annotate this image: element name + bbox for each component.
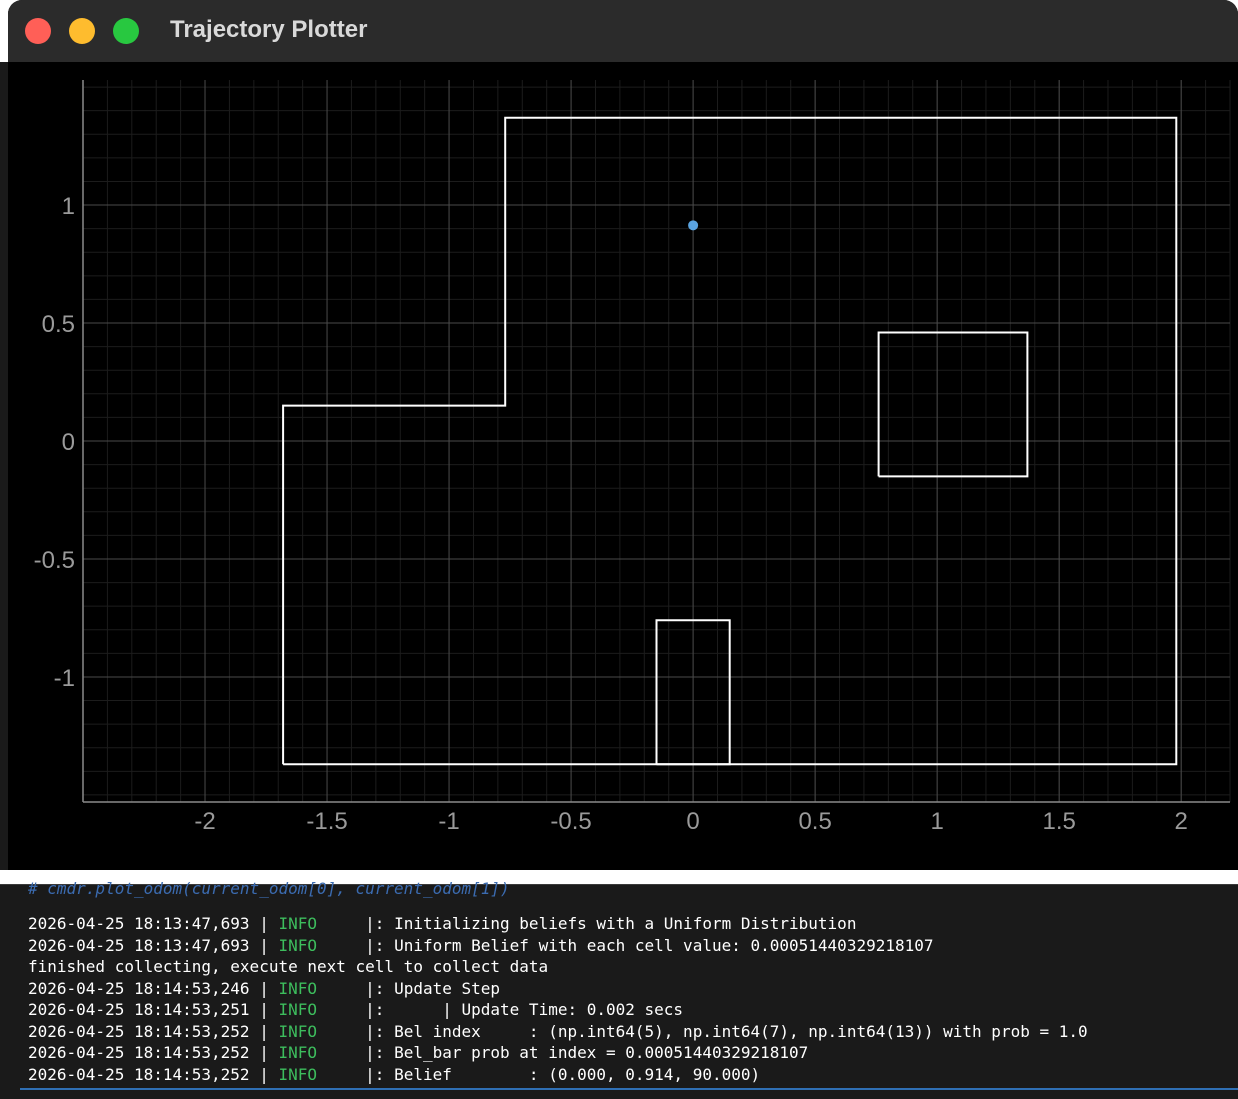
log-message: |: Initializing beliefs with a Uniform D… — [365, 914, 857, 933]
y-tick-label: 0.5 — [42, 311, 75, 338]
log-level: INFO — [278, 914, 317, 933]
log-line: 2026-04-25 18:14:53,252 | INFO |: Bel in… — [28, 1021, 1088, 1041]
log-level: INFO — [278, 935, 317, 955]
window-titlebar: Trajectory Plotter — [8, 0, 1238, 62]
log-plain-text: finished collecting, execute next cell t… — [28, 957, 549, 976]
robot-position-point — [688, 220, 699, 231]
x-tick-label: -1 — [438, 808, 459, 835]
close-window-button[interactable] — [25, 18, 51, 44]
code-comment: # cmdr.plot_odom(current_odom[0], curren… — [28, 879, 510, 898]
log-line: 2026-04-25 18:14:53,251 | INFO |: | Upda… — [28, 1000, 684, 1019]
log-timestamp: 2026-04-25 18:13:47,693 — [28, 935, 250, 955]
x-tick-label: 0.5 — [798, 808, 831, 835]
log-message: |: Update Step — [365, 978, 501, 998]
y-tick-label: 0 — [62, 429, 75, 456]
log-level: INFO — [278, 1000, 317, 1019]
log-timestamp: 2026-04-25 18:14:53,252 — [28, 1021, 250, 1041]
log-timestamp: 2026-04-25 18:13:47,693 — [28, 914, 250, 933]
log-timestamp: 2026-04-25 18:14:53,246 — [28, 978, 250, 998]
x-tick-label: 0 — [686, 808, 699, 835]
log-level: INFO — [278, 1043, 317, 1062]
log-line: 2026-04-25 18:14:53,246 | INFO |: Update… — [28, 978, 501, 998]
cell-focus-line — [20, 1088, 1238, 1090]
log-output: 2026-04-25 18:13:47,693 | INFO |: Initia… — [28, 913, 1088, 1085]
x-tick-label: -1.5 — [306, 808, 347, 835]
background-editor-strip — [0, 62, 8, 870]
log-line: 2026-04-25 18:14:53,252 | INFO |: Bel_ba… — [28, 1043, 809, 1062]
log-line: 2026-04-25 18:13:47,693 | INFO |: Initia… — [28, 914, 857, 933]
plot-window: Trajectory Plotter -2 -1.5 -1 -0.5 0 0.5 1 1.5 2… — [8, 0, 1238, 870]
log-message: |: Uniform Belief with each cell value: … — [365, 935, 934, 955]
log-message: |: Bel index : (np.int64(5), np.int64(7)… — [365, 1021, 1088, 1041]
log-message: |: Bel_bar prob at index = 0.00051440329… — [365, 1043, 809, 1062]
y-tick-label: -1 — [54, 665, 75, 692]
log-message: |: | Update Time: 0.002 secs — [365, 1000, 684, 1019]
log-timestamp: 2026-04-25 18:14:53,252 — [28, 1064, 250, 1084]
minimize-window-button[interactable] — [69, 18, 95, 44]
x-tick-label: -0.5 — [550, 808, 591, 835]
trajectory-chart[interactable]: -2 -1.5 -1 -0.5 0 0.5 1 1.5 2 1 0.5 0 -0.5 -1 — [8, 62, 1238, 870]
log-line: finished collecting, execute next cell t… — [28, 956, 1088, 978]
zoom-window-button[interactable] — [113, 18, 139, 44]
log-timestamp: 2026-04-25 18:14:53,252 — [28, 1043, 250, 1062]
log-level: INFO — [278, 1064, 317, 1084]
log-level: INFO — [278, 978, 317, 998]
x-tick-label: -2 — [194, 808, 215, 835]
log-line: 2026-04-25 18:13:47,693 | INFO |: Unifor… — [28, 935, 934, 955]
log-line: 2026-04-25 18:14:53,252 | INFO |: Belief… — [28, 1064, 761, 1084]
log-level: INFO — [278, 1021, 317, 1041]
output-console: # cmdr.plot_odom(current_odom[0], curren… — [0, 879, 1238, 1099]
plot-area[interactable]: -2 -1.5 -1 -0.5 0 0.5 1 1.5 2 1 0.5 0 -0.5 -1 — [8, 62, 1238, 870]
window-title: Trajectory Plotter — [170, 16, 368, 43]
map-boundary-series-1 — [877, 331, 1029, 478]
x-tick-label: 1.5 — [1042, 808, 1075, 835]
y-tick-label: 1 — [62, 193, 75, 220]
y-tick-label: -0.5 — [34, 547, 75, 574]
x-tick-label: 2 — [1175, 808, 1188, 835]
x-tick-label: 1 — [930, 808, 943, 835]
log-timestamp: 2026-04-25 18:14:53,251 — [28, 1000, 250, 1019]
log-message: |: Belief : (0.000, 0.914, 90.000) — [365, 1064, 761, 1084]
